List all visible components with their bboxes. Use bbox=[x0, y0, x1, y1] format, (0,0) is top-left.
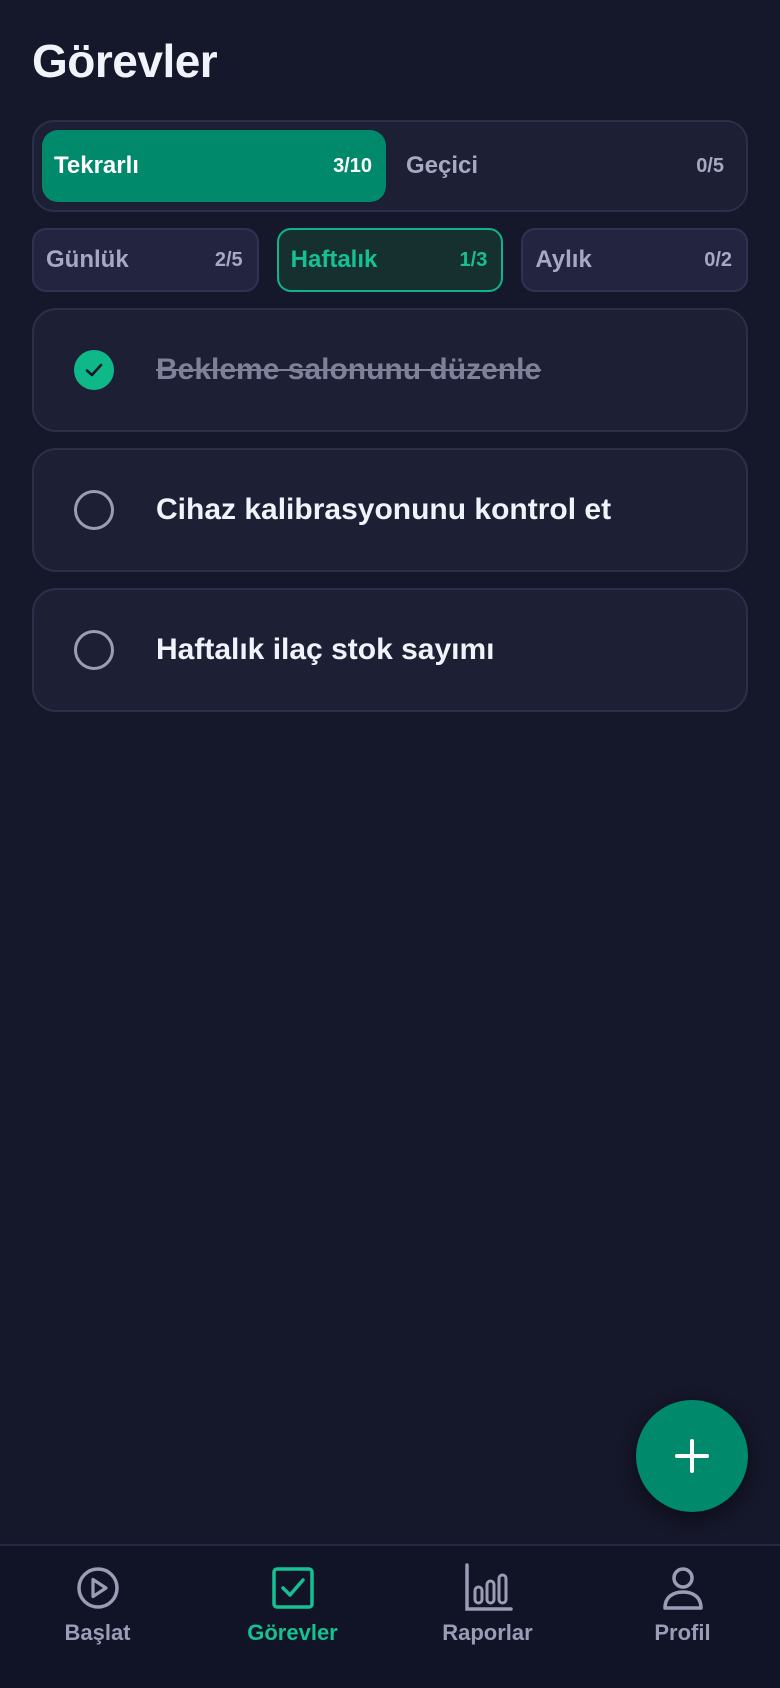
add-task-button[interactable] bbox=[636, 1400, 748, 1512]
filter-label: Günlük bbox=[46, 246, 129, 273]
nav-item-profil[interactable]: Profil bbox=[585, 1546, 780, 1688]
segment-gecici[interactable]: Geçici 0/5 bbox=[394, 130, 738, 202]
segment-count: 0/5 bbox=[696, 154, 724, 177]
filter-count: 1/3 bbox=[459, 248, 488, 271]
task-type-segmented-control: Tekrarlı 3/10 Geçici 0/5 bbox=[32, 120, 748, 212]
task-checkbox-checked[interactable] bbox=[74, 350, 114, 390]
task-checkbox[interactable] bbox=[74, 630, 114, 670]
task-label: Cihaz kalibrasyonunu kontrol et bbox=[156, 493, 612, 526]
bar-chart-icon bbox=[462, 1562, 514, 1614]
nav-label: Görevler bbox=[247, 1620, 338, 1645]
filter-gunluk[interactable]: Günlük 2/5 bbox=[32, 228, 259, 292]
checkmark-icon bbox=[85, 363, 103, 377]
filter-count: 0/2 bbox=[704, 248, 733, 271]
task-item[interactable]: Haftalık ilaç stok sayımı bbox=[32, 588, 748, 712]
segment-label: Geçici bbox=[406, 152, 479, 179]
nav-item-baslat[interactable]: Başlat bbox=[0, 1546, 195, 1688]
segment-count: 3/10 bbox=[333, 154, 372, 177]
bottom-navigation: Başlat Görevler Raporlar Profil bbox=[0, 1544, 780, 1688]
task-item[interactable]: Bekleme salonunu düzenle bbox=[32, 308, 748, 432]
plus-icon bbox=[675, 1439, 709, 1473]
nav-label: Profil bbox=[654, 1620, 711, 1645]
filter-count: 2/5 bbox=[214, 248, 243, 271]
filter-label: Aylık bbox=[535, 246, 592, 273]
segment-label: Tekrarlı bbox=[54, 152, 139, 179]
page-title: Görevler bbox=[32, 35, 218, 87]
nav-label: Raporlar bbox=[442, 1620, 533, 1645]
nav-label: Başlat bbox=[64, 1620, 131, 1645]
task-label: Bekleme salonunu düzenle bbox=[156, 353, 542, 386]
tasks-screen: Görevler Tekrarlı 3/10 Geçici 0/5 Günlük… bbox=[0, 0, 780, 1688]
filter-haftalik[interactable]: Haftalık 1/3 bbox=[276, 228, 504, 292]
task-item[interactable]: Cihaz kalibrasyonunu kontrol et bbox=[32, 448, 748, 572]
segment-tekrarli[interactable]: Tekrarlı 3/10 bbox=[42, 130, 386, 202]
user-icon bbox=[657, 1562, 709, 1614]
period-filters: Günlük 2/5 Haftalık 1/3 Aylık 0/2 bbox=[32, 228, 749, 292]
filter-aylik[interactable]: Aylık 0/2 bbox=[521, 228, 749, 292]
nav-item-raporlar[interactable]: Raporlar bbox=[390, 1546, 585, 1688]
nav-item-gorevler[interactable]: Görevler bbox=[195, 1546, 390, 1688]
task-label: Haftalık ilaç stok sayımı bbox=[156, 633, 495, 666]
task-list: Bekleme salonunu düzenle Cihaz kalibrasy… bbox=[32, 308, 748, 728]
play-circle-icon bbox=[72, 1562, 124, 1614]
checkbox-icon bbox=[267, 1562, 319, 1614]
task-checkbox[interactable] bbox=[74, 490, 114, 530]
filter-label: Haftalık bbox=[290, 246, 378, 273]
